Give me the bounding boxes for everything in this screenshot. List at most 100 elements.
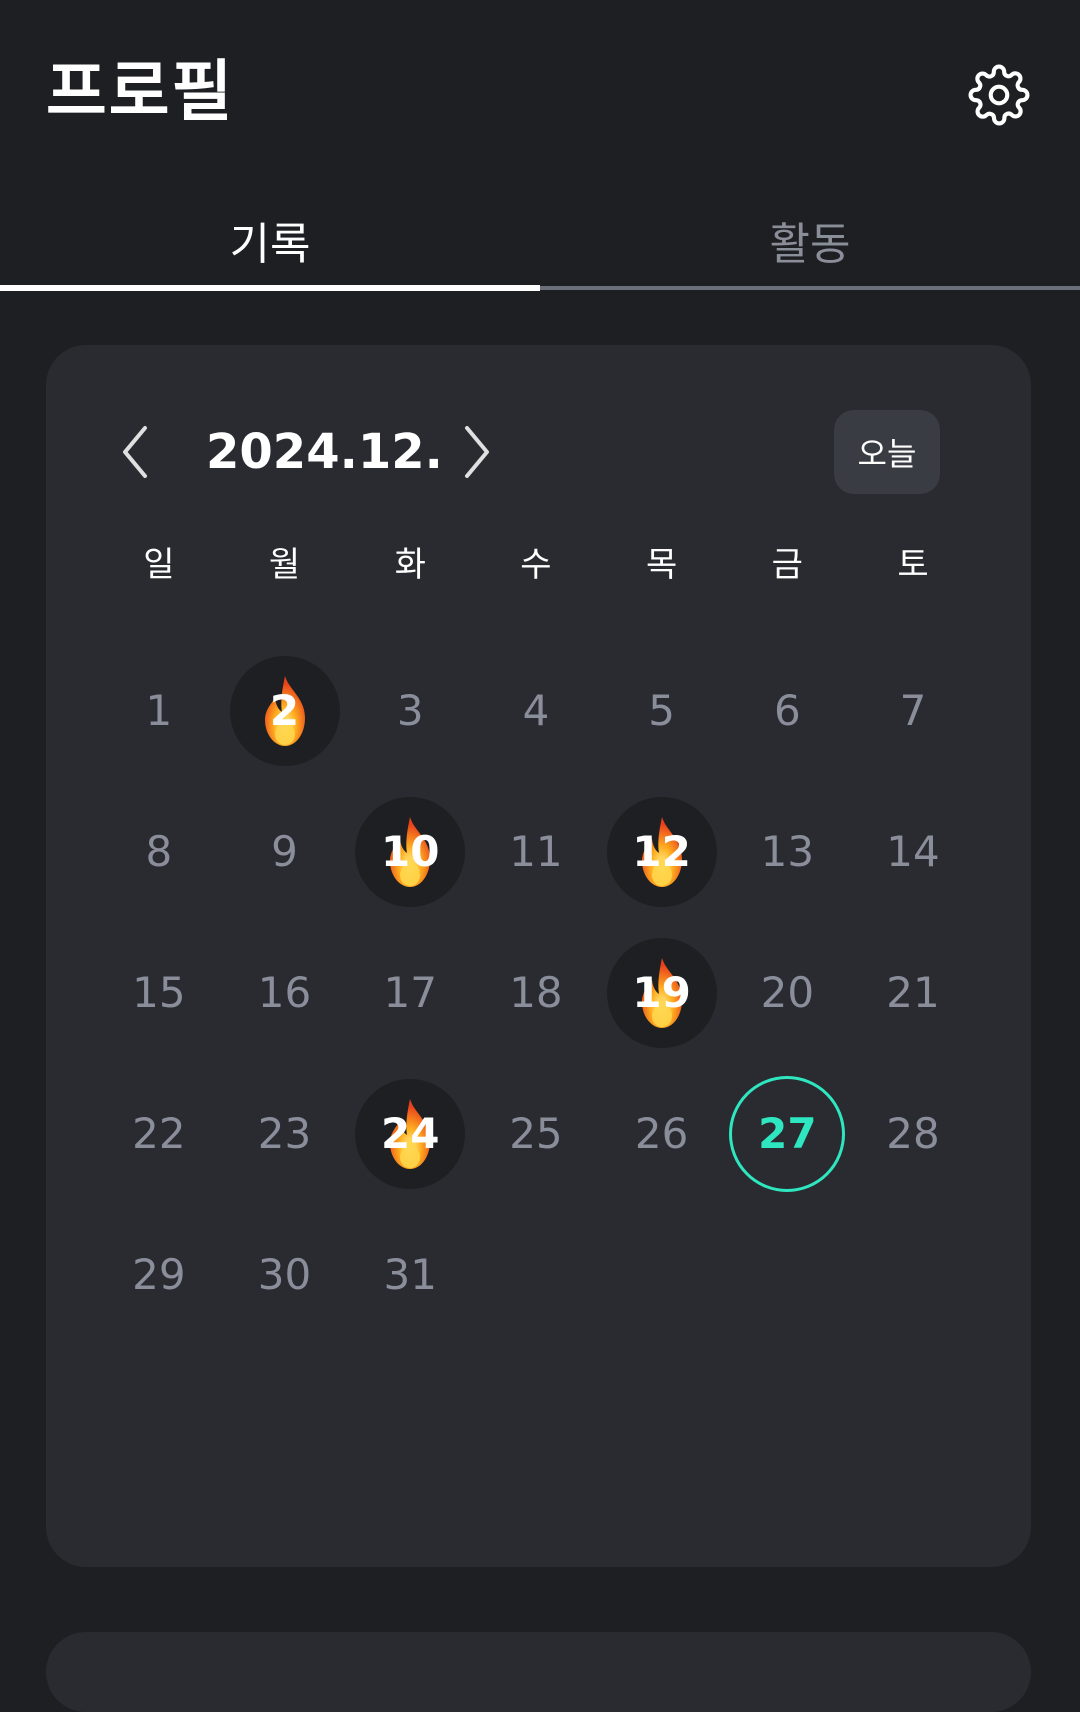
calendar-day-20[interactable]: 20 (725, 922, 851, 1063)
weekday-tue: 화 (394, 545, 426, 585)
day-marker: 15 (104, 938, 214, 1048)
day-number: 6 (773, 686, 801, 735)
calendar-day-1[interactable]: 1 (96, 640, 222, 781)
calendar-day-24[interactable]: 24 (347, 1063, 473, 1204)
calendar-day-25[interactable]: 25 (473, 1063, 599, 1204)
day-marker: 31 (355, 1220, 465, 1330)
weekday-sun: 일 (143, 545, 175, 585)
today-button[interactable]: 오늘 (834, 410, 940, 494)
day-marker: 20 (732, 938, 842, 1048)
calendar-day-22[interactable]: 22 (96, 1063, 222, 1204)
calendar-day-13[interactable]: 13 (725, 781, 851, 922)
day-marker: 3 (355, 656, 465, 766)
fire-day-badge: 24 (355, 1078, 466, 1189)
day-number: 25 (509, 1109, 563, 1158)
calendar-day-4[interactable]: 4 (473, 640, 599, 781)
calendar-day-3[interactable]: 3 (347, 640, 473, 781)
day-marker: 8 (104, 797, 214, 907)
day-marker: 25 (481, 1079, 591, 1189)
next-month-button[interactable] (446, 417, 506, 487)
day-number: 30 (257, 1250, 312, 1299)
calendar-day-27[interactable]: 27 (725, 1063, 851, 1204)
calendar-day-9[interactable]: 9 (222, 781, 348, 922)
day-number: 3 (396, 686, 424, 735)
day-marker: 14 (858, 797, 968, 907)
day-number: 10 (381, 827, 440, 876)
weekday-sat: 토 (897, 545, 929, 585)
fire-day-badge: 2 (229, 655, 340, 766)
day-number: 17 (383, 968, 437, 1017)
day-number: 18 (509, 968, 563, 1017)
day-marker: 7 (858, 656, 968, 766)
calendar-day-17[interactable]: 17 (347, 922, 473, 1063)
tab-record[interactable]: 기록 (0, 190, 540, 290)
calendar-day-8[interactable]: 8 (96, 781, 222, 922)
day-number: 4 (522, 686, 550, 735)
calendar-day-30[interactable]: 30 (222, 1204, 348, 1345)
day-number: 12 (632, 827, 691, 876)
day-number: 14 (886, 827, 940, 876)
calendar-day-31[interactable]: 31 (347, 1204, 473, 1345)
calendar-day-6[interactable]: 6 (725, 640, 851, 781)
weekday-fri: 금 (771, 545, 803, 585)
day-marker: 17 (355, 938, 465, 1048)
tab-indicator-inactive (540, 286, 1080, 290)
day-number: 29 (132, 1250, 186, 1299)
calendar-day-12[interactable]: 12 (599, 781, 725, 922)
day-number: 15 (132, 968, 186, 1017)
day-number: 16 (257, 968, 312, 1017)
day-number: 8 (145, 827, 173, 876)
calendar-day-26[interactable]: 26 (599, 1063, 725, 1204)
calendar-day-2[interactable]: 2 (222, 640, 348, 781)
day-marker: 1 (104, 656, 214, 766)
tab-activity[interactable]: 활동 (540, 190, 1080, 290)
prev-month-button[interactable] (106, 417, 166, 487)
calendar-day-11[interactable]: 11 (473, 781, 599, 922)
day-number: 27 (758, 1109, 817, 1158)
gear-icon (968, 64, 1030, 126)
calendar-day-10[interactable]: 10 (347, 781, 473, 922)
day-number: 19 (632, 968, 691, 1017)
day-number: 11 (509, 827, 563, 876)
calendar-day-7[interactable]: 7 (850, 640, 976, 781)
today-marker: 27 (729, 1075, 846, 1192)
settings-button[interactable] (964, 60, 1034, 130)
fire-day-badge: 12 (606, 796, 717, 907)
chevron-right-icon (465, 426, 489, 478)
weekday-wed: 수 (520, 545, 552, 585)
fire-day-badge: 19 (606, 937, 717, 1048)
day-number: 20 (760, 968, 815, 1017)
calendar-day-18[interactable]: 18 (473, 922, 599, 1063)
day-number: 28 (886, 1109, 940, 1158)
day-marker: 30 (230, 1220, 340, 1330)
calendar-day-23[interactable]: 23 (222, 1063, 348, 1204)
day-marker: 28 (858, 1079, 968, 1189)
calendar-day-28[interactable]: 28 (850, 1063, 976, 1204)
day-marker: 16 (230, 938, 340, 1048)
day-marker: 21 (858, 938, 968, 1048)
day-marker: 18 (481, 938, 591, 1048)
calendar-day-19[interactable]: 19 (599, 922, 725, 1063)
chevron-left-icon (123, 426, 147, 478)
header: 프로필 (0, 0, 1080, 190)
page-title: 프로필 (46, 53, 235, 130)
weekday-mon: 월 (268, 545, 301, 585)
day-number: 24 (381, 1109, 440, 1158)
day-marker: 23 (230, 1079, 340, 1189)
day-number: 22 (132, 1109, 186, 1158)
day-number: 31 (383, 1250, 437, 1299)
fire-day-badge: 10 (355, 796, 466, 907)
day-marker: 4 (481, 656, 591, 766)
day-marker: 11 (481, 797, 591, 907)
day-number: 2 (269, 686, 300, 735)
day-number: 23 (257, 1109, 312, 1158)
calendar-day-16[interactable]: 16 (222, 922, 348, 1063)
calendar-day-15[interactable]: 15 (96, 922, 222, 1063)
day-number: 9 (271, 827, 298, 876)
calendar-day-29[interactable]: 29 (96, 1204, 222, 1345)
calendar-day-5[interactable]: 5 (599, 640, 725, 781)
day-marker: 6 (732, 656, 842, 766)
calendar-day-21[interactable]: 21 (850, 922, 976, 1063)
secondary-card (46, 1632, 1031, 1712)
calendar-day-14[interactable]: 14 (850, 781, 976, 922)
